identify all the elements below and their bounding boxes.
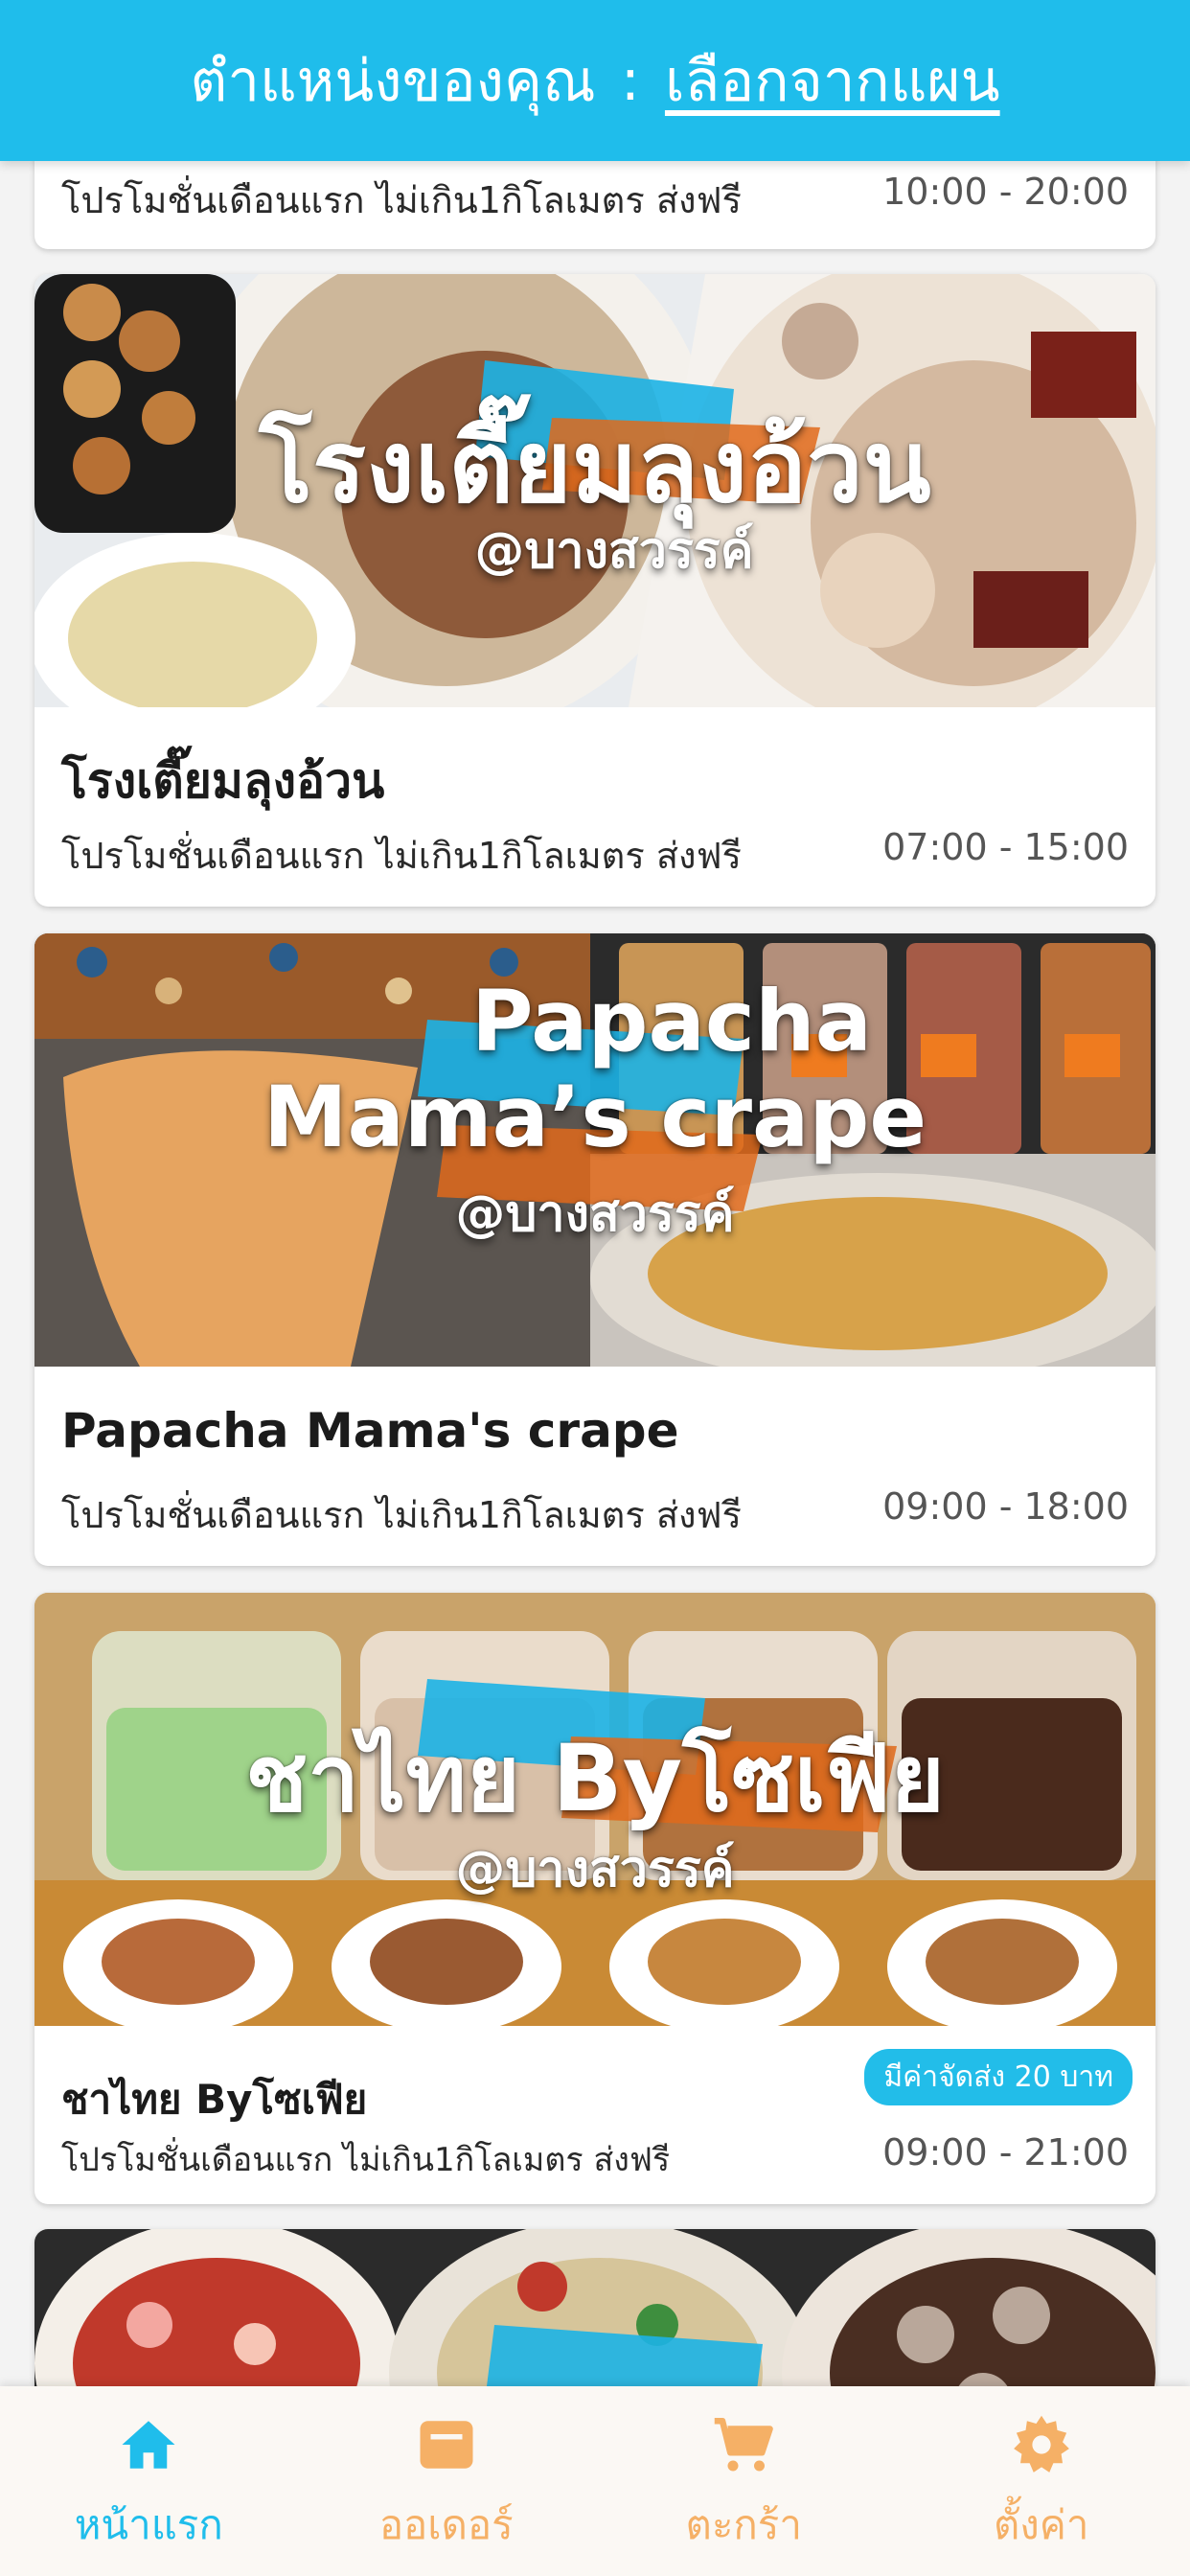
- cart-icon: [715, 2417, 774, 2472]
- banner-subtitle: @บางสวรรค์: [455, 1185, 735, 1243]
- restaurant-name: โรงเตี๊ยมลุงอ้วน: [61, 753, 385, 809]
- choose-from-map-link[interactable]: เลือกจากแผน: [665, 35, 1000, 126]
- restaurant-banner-image: ชาไทย Byโซเฟีย @บางสวรรค์: [34, 1593, 1156, 2026]
- banner-subtitle: @บางสวรรค์: [474, 522, 754, 580]
- restaurant-feed[interactable]: โปรโมชั่นเดือนแรก ไม่เกิน1กิโลเมตร ส่งฟร…: [0, 0, 1190, 2576]
- opening-hours: 10:00 - 20:00: [882, 171, 1129, 213]
- nav-label-cart: ตะกร้า: [685, 2501, 802, 2548]
- promo-text: โปรโมชั่นเดือนแรก ไม่เกิน1กิโลเมตร ส่งฟร…: [61, 179, 742, 221]
- order-icon: [420, 2421, 473, 2469]
- opening-hours: 09:00 - 18:00: [882, 1485, 1129, 1528]
- restaurant-name: ชาไทย Byโซเฟีย: [61, 2076, 368, 2123]
- promo-text: โปรโมชั่นเดือนแรก ไม่เกิน1กิโลเมตร ส่งฟร…: [61, 835, 742, 877]
- nav-item-orders[interactable]: ออเดอร์: [298, 2386, 596, 2576]
- promo-text: โปรโมชั่นเดือนแรก ไม่เกิน1กิโลเมตร ส่งฟร…: [61, 2141, 671, 2179]
- gear-icon: [1013, 2415, 1069, 2472]
- delivery-fee-badge: มีค่าจัดส่ง 20 บาท: [864, 2049, 1133, 2105]
- nav-item-home[interactable]: หน้าแรก: [0, 2386, 298, 2576]
- banner-title-line-1: Papacha: [470, 972, 873, 1070]
- location-header: ตำแหน่งของคุณ : เลือกจากแผน: [0, 0, 1190, 161]
- restaurant-name: Papacha Mama's crape: [61, 1403, 679, 1459]
- nav-label-home: หน้าแรก: [74, 2501, 223, 2548]
- bottom-navigation: หน้าแรก ออเดอร์ ตะกร้า ตั้งค่า: [0, 2386, 1190, 2576]
- opening-hours: 07:00 - 15:00: [882, 826, 1129, 868]
- location-separator: :: [620, 47, 640, 114]
- restaurant-banner-image: โรงเตี๊ยมลุงอ้วน @บางสวรรค์: [34, 274, 1156, 707]
- location-label: ตำแหน่งของคุณ: [190, 47, 596, 115]
- banner-title-line-2: Mama’s crape: [263, 1068, 927, 1166]
- promo-text: โปรโมชั่นเดือนแรก ไม่เกิน1กิโลเมตร ส่งฟร…: [61, 1494, 742, 1536]
- restaurant-card[interactable]: Papacha Mama’s crape @บางสวรรค์ Papacha …: [34, 933, 1156, 1566]
- opening-hours: 09:00 - 21:00: [882, 2131, 1129, 2174]
- nav-label-orders: ออเดอร์: [378, 2501, 514, 2548]
- restaurant-card[interactable]: โรงเตี๊ยมลุงอ้วน @บางสวรรค์ โรงเตี๊ยมลุง…: [34, 274, 1156, 907]
- home-icon: [122, 2421, 175, 2469]
- restaurant-banner-image: Papacha Mama’s crape @บางสวรรค์: [34, 933, 1156, 1367]
- nav-item-settings[interactable]: ตั้งค่า: [893, 2386, 1190, 2576]
- banner-subtitle: @บางสวรรค์: [455, 1841, 735, 1898]
- restaurant-card[interactable]: ชาไทย Byโซเฟีย @บางสวรรค์ ชาไทย Byโซเฟีย…: [34, 1593, 1156, 2204]
- nav-item-cart[interactable]: ตะกร้า: [595, 2386, 893, 2576]
- nav-label-settings: ตั้งค่า: [994, 2501, 1089, 2548]
